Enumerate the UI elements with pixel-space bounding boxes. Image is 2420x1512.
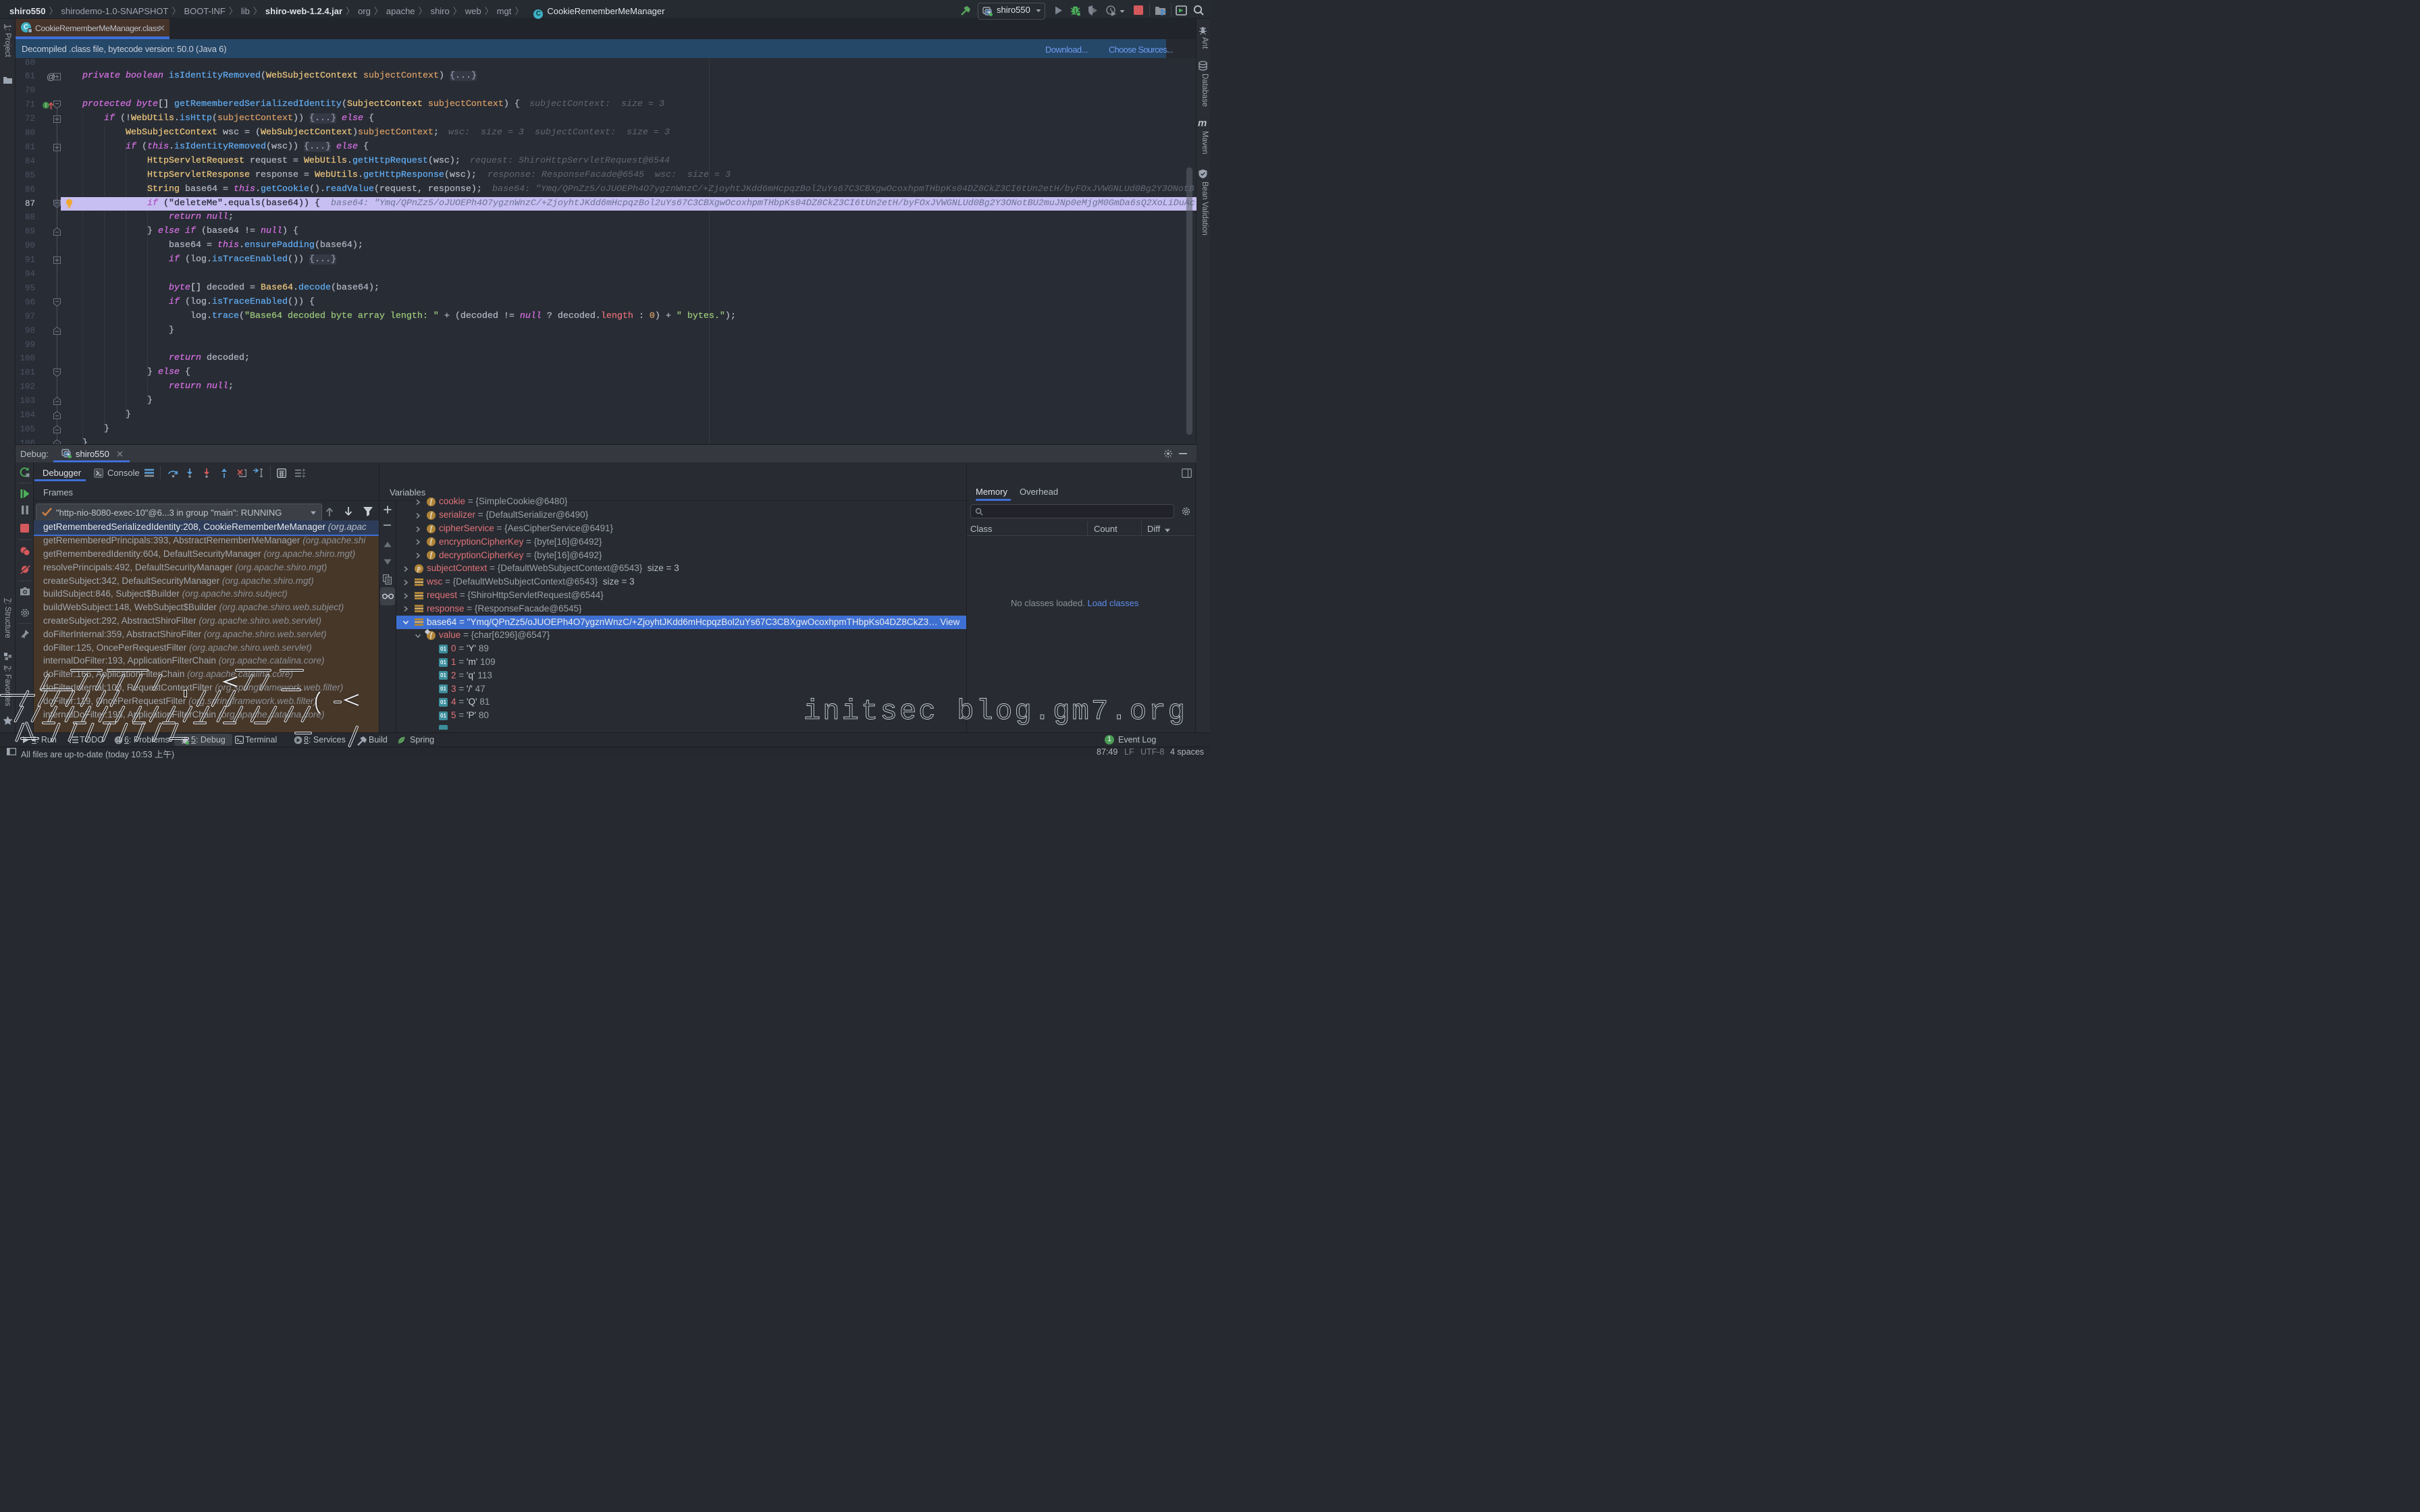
svg-text:I: I <box>45 102 47 109</box>
